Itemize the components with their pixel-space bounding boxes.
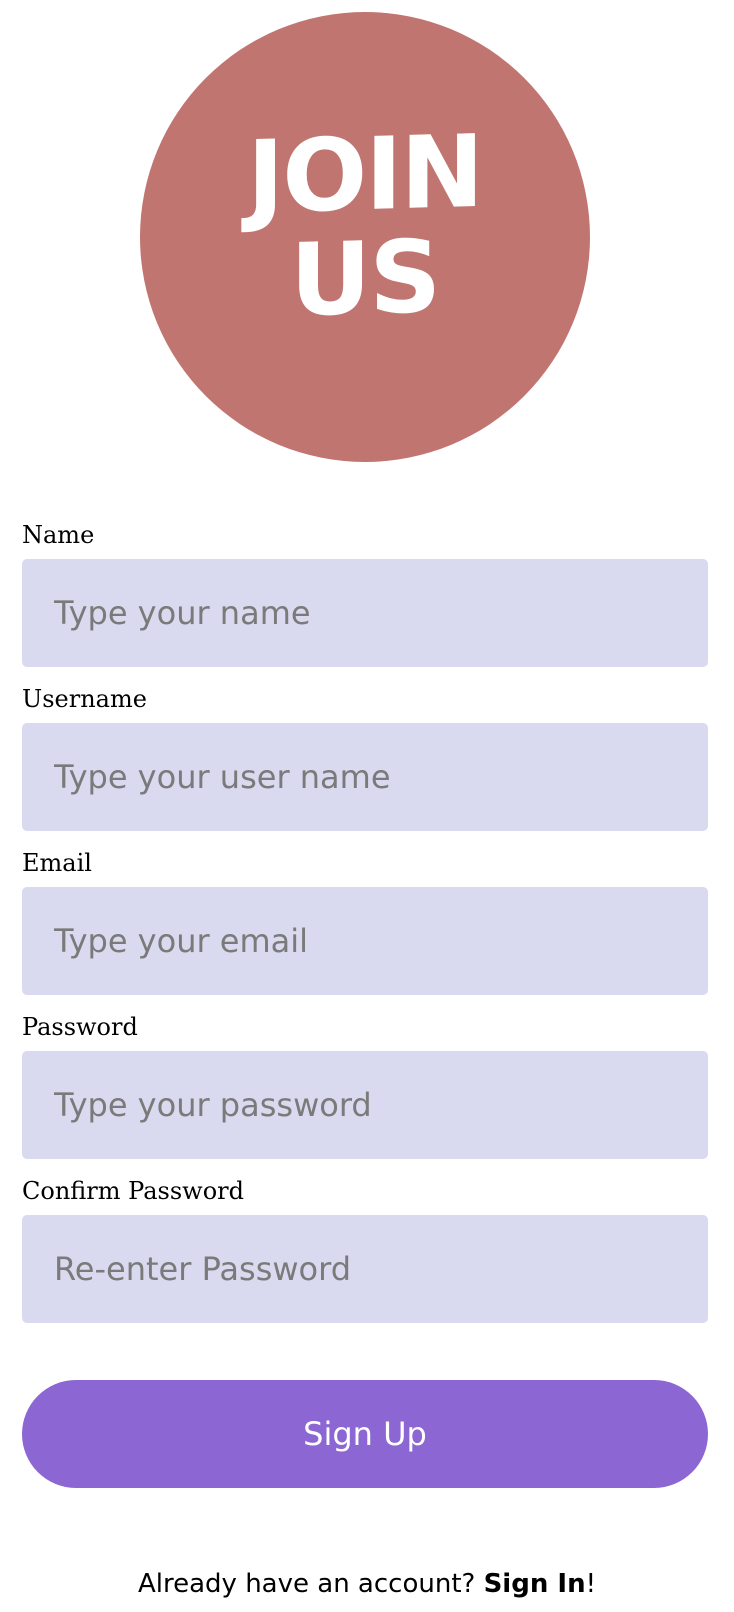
password-label: Password <box>22 1013 138 1041</box>
sign-in-link[interactable]: Sign In <box>484 1569 586 1599</box>
logo-text-line-1: JOIN <box>247 112 483 237</box>
username-input[interactable] <box>22 723 708 831</box>
signin-prompt: Already have an account? Sign In! <box>0 1566 734 1602</box>
confirm-password-input[interactable] <box>22 1215 708 1323</box>
password-input[interactable] <box>22 1051 708 1159</box>
name-input[interactable] <box>22 559 708 667</box>
confirm-password-label: Confirm Password <box>22 1177 244 1205</box>
username-label: Username <box>22 685 147 713</box>
sign-up-button[interactable]: Sign Up <box>22 1380 708 1488</box>
signin-prompt-text: Already have an account? <box>137 1569 484 1599</box>
join-us-logo: JOIN US <box>140 12 590 462</box>
signin-prompt-suffix: ! <box>585 1569 597 1599</box>
name-label: Name <box>22 521 95 549</box>
email-input[interactable] <box>22 887 708 995</box>
email-label: Email <box>22 849 92 877</box>
signup-form: Name Username Email Password Confirm Pas… <box>22 520 708 1340</box>
logo-text-line-2: US <box>290 218 440 339</box>
